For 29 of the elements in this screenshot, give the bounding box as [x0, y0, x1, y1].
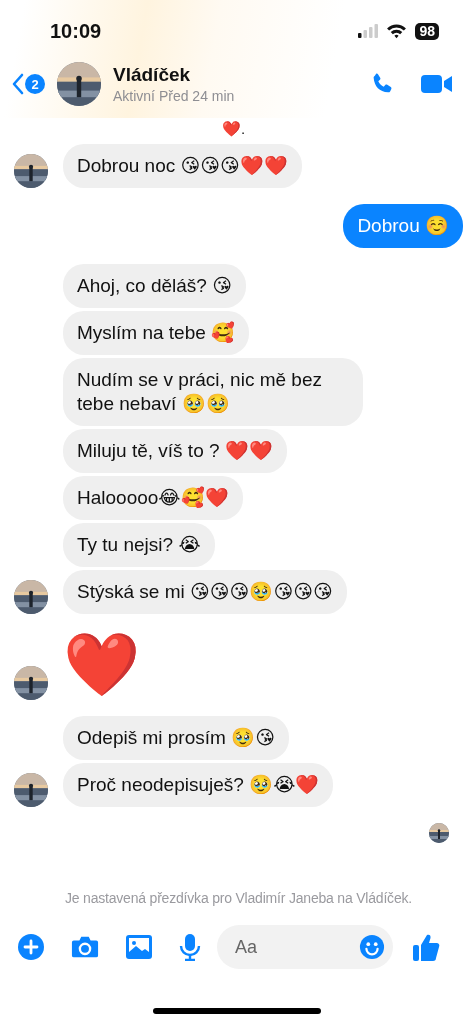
- wifi-icon: [386, 23, 408, 39]
- message-bubble[interactable]: Proč neodepisuješ? 🥹😭❤: [63, 763, 334, 807]
- status-time: 10:09: [50, 19, 102, 43]
- contact-name[interactable]: Vládíček: [113, 64, 369, 86]
- smiley-icon[interactable]: [359, 934, 385, 960]
- message-bubble[interactable]: Dobrou noc 😘😘😘❤❤: [63, 144, 302, 188]
- message-bubble[interactable]: Odepiš mi prosím 🥹😘: [63, 716, 289, 760]
- message-bubble[interactable]: Stýská se mi 😘😘😘🥹😘😘😘: [63, 570, 347, 614]
- nickname-notice: Je nastavená přezdívka pro Vladimír Janeba na Vládíček.: [64, 890, 413, 906]
- active-status: Aktivní Před 24 min: [113, 88, 236, 104]
- microphone-icon[interactable]: [179, 933, 201, 961]
- message-field[interactable]: Aa: [217, 925, 393, 969]
- heart-emoji[interactable]: ❤: [63, 630, 140, 700]
- message-bubble[interactable]: Dobrou ☺: [343, 204, 463, 248]
- video-camera-icon[interactable]: [421, 73, 453, 95]
- message-bubble[interactable]: Halooooo😂🥰❤: [63, 476, 243, 520]
- message-bubble[interactable]: Ty tu nejsi? 😭: [63, 523, 215, 567]
- message-bubble[interactable]: Miluju tě, víš to ? ❤❤: [63, 429, 287, 473]
- message-bubble[interactable]: Nudím se v práci, nic mě bez tebe nebaví 🥹🥹: [63, 358, 363, 426]
- unread-badge: 2: [25, 74, 45, 94]
- message-bubble[interactable]: Ahoj, co děláš? 😘: [63, 264, 246, 308]
- message-bubble[interactable]: Myslím na tebe 🥰: [63, 311, 250, 355]
- message-text: ❤.: [221, 120, 246, 138]
- image-icon[interactable]: [125, 933, 153, 961]
- signal-icon: [358, 24, 379, 38]
- thumbs-up-icon[interactable]: [411, 932, 441, 962]
- plus-icon[interactable]: [17, 933, 45, 961]
- back-icon[interactable]: [12, 73, 24, 95]
- battery-icon: 98: [415, 22, 439, 40]
